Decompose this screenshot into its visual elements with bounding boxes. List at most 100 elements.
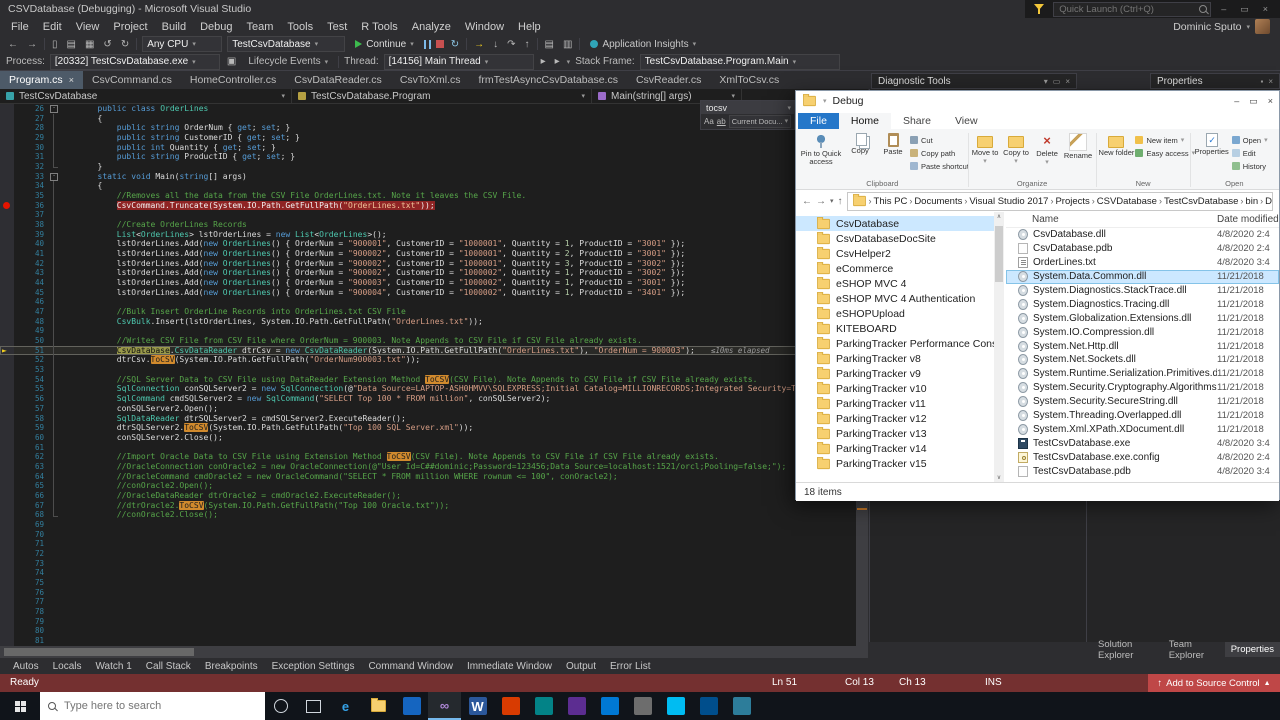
- chevron-down-icon[interactable]: ▾: [1044, 77, 1048, 86]
- open-button[interactable]: Open ▾: [1231, 134, 1276, 146]
- tab-CsvReader.cs[interactable]: CsvReader.cs: [627, 71, 710, 89]
- code-text[interactable]: lstOrderLines.Add(new OrderLines() { Ord…: [59, 249, 868, 259]
- pane-tab-solution-explorer[interactable]: Solution Explorer: [1092, 639, 1161, 661]
- code-text[interactable]: CsvBulk.Insert(lstOrderLines, System.IO.…: [59, 317, 868, 327]
- step-into-icon[interactable]: ↓: [491, 39, 500, 50]
- tree-item-parkingtracker-v9[interactable]: ParkingTracker v9: [796, 366, 994, 381]
- close-button[interactable]: ×: [1259, 4, 1272, 14]
- panel-tab-autos[interactable]: Autos: [6, 661, 46, 672]
- taskbar-app-13-icon[interactable]: [725, 692, 758, 720]
- tree-item-parkingtracker-v14[interactable]: ParkingTracker v14: [796, 441, 994, 456]
- restore-button[interactable]: ▭: [1249, 96, 1258, 107]
- copy-path-button[interactable]: Copy path: [910, 147, 966, 159]
- code-text[interactable]: lstOrderLines.Add(new OrderLines() { Ord…: [59, 239, 868, 249]
- minimize-button[interactable]: –: [1217, 4, 1230, 14]
- menu-r-tools[interactable]: R Tools: [354, 21, 404, 33]
- cut-button[interactable]: Cut: [910, 134, 966, 146]
- ribbon-tab-view[interactable]: View: [943, 113, 990, 129]
- edit-button[interactable]: Edit: [1231, 147, 1276, 159]
- taskbar-app-8-icon[interactable]: [560, 692, 593, 720]
- code-text[interactable]: [59, 568, 868, 578]
- code-text[interactable]: public int Quantity { get; set; }: [59, 143, 868, 153]
- taskbar-app-11-icon[interactable]: [659, 692, 692, 720]
- step-over-icon[interactable]: ↷: [505, 39, 517, 50]
- code-text[interactable]: //dtrOracle2.ToCSV(System.IO.Path.GetFul…: [59, 500, 868, 511]
- tree-item-parkingtracker-performance-console-app[interactable]: ParkingTracker Performance Console App: [796, 336, 994, 351]
- start-button[interactable]: [0, 692, 40, 720]
- tree-item-kiteboard[interactable]: KITEBOARD: [796, 321, 994, 336]
- file-row-testcsvdatabase.pdb[interactable]: TestCsvDatabase.pdb 4/8/2020 3:4: [1006, 464, 1279, 478]
- code-text[interactable]: [59, 588, 868, 598]
- flag-threads-icon[interactable]: ▸: [553, 56, 562, 67]
- file-row-system.net.sockets.dll[interactable]: System.Net.Sockets.dll 11/21/2018: [1006, 353, 1279, 367]
- find-scope-dropdown[interactable]: Current Docu... ▾: [728, 114, 791, 128]
- menu-build[interactable]: Build: [155, 21, 193, 33]
- paste-shortcut-button[interactable]: Paste shortcut: [910, 160, 969, 172]
- code-text[interactable]: [59, 297, 868, 307]
- menu-edit[interactable]: Edit: [36, 21, 69, 33]
- file-row-csvdatabase.pdb[interactable]: CsvDatabase.pdb 4/8/2020 2:4: [1006, 242, 1279, 256]
- taskbar-app-5-icon[interactable]: W: [461, 692, 494, 720]
- easy-access-button[interactable]: Easy access ▾: [1135, 147, 1195, 159]
- close-icon[interactable]: ×: [69, 75, 74, 85]
- code-text[interactable]: //OracleDataReader dtrOracle2 = cmdOracl…: [59, 491, 868, 501]
- diagnostic-tools-pane-header[interactable]: Diagnostic Tools ▾ ▭ ×: [871, 73, 1077, 89]
- menu-view[interactable]: View: [69, 21, 107, 33]
- restore-icon[interactable]: ▭: [1053, 77, 1061, 86]
- chevron-down-icon[interactable]: ▾: [787, 104, 791, 112]
- code-text[interactable]: SqlDataReader dtrSQLServer2 = cmdSQLServ…: [59, 414, 868, 424]
- file-row-system.data.common.dll[interactable]: System.Data.Common.dll 11/21/2018: [1006, 269, 1279, 284]
- code-text[interactable]: //OracleConnection conOracle2 = new Orac…: [59, 462, 868, 472]
- open-file-icon[interactable]: ▤: [65, 39, 78, 50]
- menu-file[interactable]: File: [4, 21, 36, 33]
- process-combo[interactable]: [20332] TestCsvDatabase.exe ▾: [49, 53, 220, 70]
- up-icon[interactable]: ↑: [838, 196, 843, 207]
- forward-icon[interactable]: →: [816, 196, 826, 207]
- breadcrumb-visual-studio-2017[interactable]: Visual Studio 2017: [969, 196, 1048, 207]
- code-text[interactable]: [59, 626, 868, 636]
- tree-item-csvhelper2[interactable]: CsvHelper2: [796, 246, 994, 261]
- taskbar-app-9-icon[interactable]: [593, 692, 626, 720]
- code-text[interactable]: [59, 636, 868, 646]
- taskbar-app-12-icon[interactable]: [692, 692, 725, 720]
- file-row-system.io.compression.dll[interactable]: System.IO.Compression.dll 11/21/2018: [1006, 325, 1279, 339]
- back-icon[interactable]: ←: [802, 196, 812, 207]
- show-next-statement-icon[interactable]: →: [472, 39, 486, 50]
- menu-debug[interactable]: Debug: [193, 21, 239, 33]
- outline-collapse-icon[interactable]: -: [50, 172, 58, 181]
- close-button[interactable]: ×: [1268, 96, 1273, 107]
- application-insights-dropdown[interactable]: Application Insights ▾: [585, 36, 701, 52]
- menu-team[interactable]: Team: [240, 21, 281, 33]
- file-row-system.runtime.serialization.primitives.dll[interactable]: System.Runtime.Serialization.Primitives.…: [1006, 367, 1279, 381]
- tree-item-csvdatabasedocsite[interactable]: CsvDatabaseDocSite: [796, 231, 994, 246]
- taskbar-edge-icon[interactable]: e: [329, 692, 362, 720]
- find-input[interactable]: [704, 101, 788, 114]
- code-text[interactable]: lstOrderLines.Add(new OrderLines() { Ord…: [59, 259, 868, 269]
- code-text[interactable]: //conOracle2.Close();: [59, 510, 868, 520]
- code-text[interactable]: [59, 607, 868, 617]
- panel-tab-output[interactable]: Output: [559, 661, 603, 672]
- tree-item-eshop-mvc-4[interactable]: eSHOP MVC 4: [796, 276, 994, 291]
- code-text[interactable]: {: [59, 181, 868, 191]
- tab-CsvDataReader.cs[interactable]: CsvDataReader.cs: [285, 71, 391, 89]
- taskbar-visual-studio-icon[interactable]: ∞: [428, 692, 461, 720]
- quick-launch[interactable]: [1053, 1, 1212, 17]
- undo-icon[interactable]: ↺: [101, 39, 113, 50]
- code-text[interactable]: [59, 597, 868, 607]
- tree-item-parkingtracker-v10[interactable]: ParkingTracker v10: [796, 381, 994, 396]
- panel-tab-error-list[interactable]: Error List: [603, 661, 658, 672]
- pane-divider[interactable]: [1086, 500, 1087, 642]
- code-text[interactable]: //OracleCommand cmdOracle2 = new OracleC…: [59, 472, 868, 482]
- code-text[interactable]: lstOrderLines.Add(new OrderLines() { Ord…: [59, 268, 868, 278]
- file-row-testcsvdatabase.exe[interactable]: TestCsvDatabase.exe 4/8/2020 3:4: [1006, 436, 1279, 450]
- ribbon-tab-file[interactable]: File: [798, 113, 839, 129]
- tree-item-eshopupload[interactable]: eSHOPUpload: [796, 306, 994, 321]
- code-text[interactable]: //conOracle2.Open();: [59, 481, 868, 491]
- pane-tab-properties[interactable]: Properties: [1224, 642, 1280, 657]
- copy-button[interactable]: Copy: [844, 131, 876, 155]
- code-text[interactable]: [59, 326, 868, 336]
- paste-button[interactable]: Paste: [876, 131, 910, 156]
- break-all-icon[interactable]: [423, 39, 431, 49]
- code-text[interactable]: //SQL Server Data to CSV File using Data…: [59, 374, 868, 385]
- code-text[interactable]: [59, 539, 868, 549]
